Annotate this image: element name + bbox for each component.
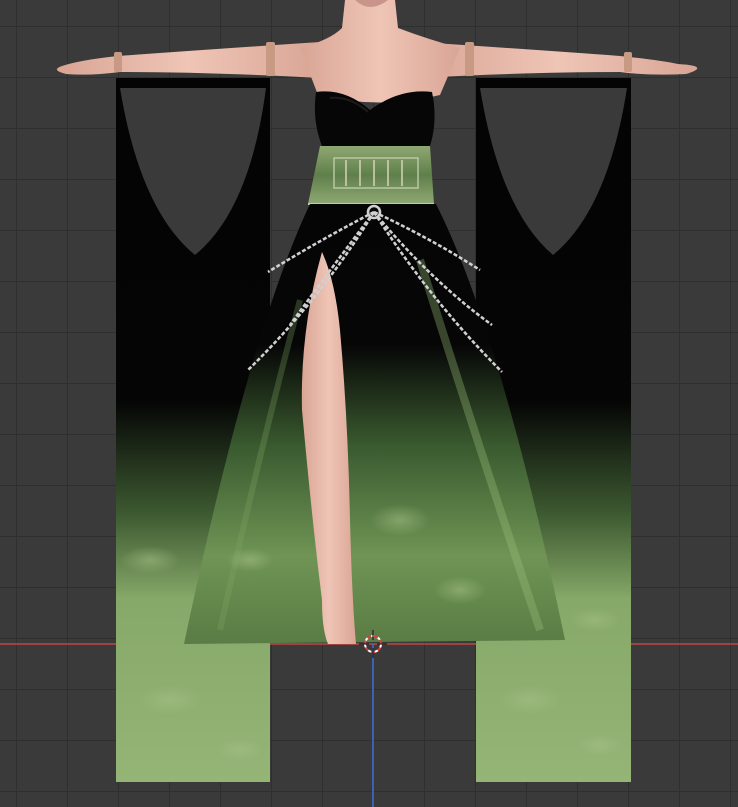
scene-render: [0, 0, 738, 807]
corset-belt: [308, 146, 434, 205]
left-arm-band: [266, 42, 275, 76]
right-wrist-band: [624, 52, 632, 72]
right-arm-band: [465, 42, 474, 76]
torso-skin: [300, 0, 460, 103]
left-wrist-band: [114, 52, 122, 72]
3d-viewport[interactable]: [0, 0, 738, 807]
